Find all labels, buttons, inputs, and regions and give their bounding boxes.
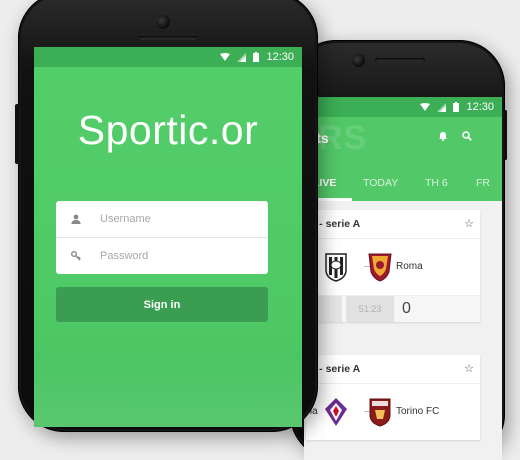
away-team: Torino FC [396, 406, 440, 417]
status-bar: 12:30 [304, 97, 502, 117]
bell-icon[interactable] [438, 131, 448, 141]
app-bar: RS sults [304, 117, 502, 165]
favorite-star-icon[interactable]: ☆ [464, 362, 474, 375]
torino-crest-icon [369, 398, 391, 427]
front-phone: 12:30 Sportic.or Sign in [15, 0, 318, 432]
status-time: 12:30 [466, 101, 494, 113]
status-time: 12:30 [266, 51, 294, 63]
wifi-icon [220, 53, 231, 61]
match-row: ntina Torino FC [304, 384, 480, 440]
signal-icon [437, 102, 447, 112]
password-field[interactable] [96, 250, 250, 262]
tab-today[interactable]: TODAY [363, 177, 398, 189]
key-icon [71, 251, 81, 261]
battery-icon [253, 52, 260, 62]
app-logo: Sportic.or [77, 107, 259, 153]
roma-crest-icon [368, 253, 392, 282]
login-screen: 12:30 Sportic.or Sign in [34, 47, 302, 427]
username-row [56, 201, 268, 237]
sign-in-button[interactable]: Sign in [56, 287, 268, 322]
battery-icon [453, 102, 460, 112]
away-score: 0 [402, 300, 411, 317]
username-field[interactable] [96, 213, 250, 225]
front-camera [352, 54, 365, 67]
back-phone: 12:30 RS sults LIVE TODAY TH 6 FR an - s… [290, 40, 507, 460]
login-form [56, 201, 268, 274]
match-clock: 51:23 [346, 296, 394, 322]
match-card[interactable]: an - serie A ☆ ntina Torino FC [304, 355, 480, 440]
volume-button [15, 104, 19, 164]
search-icon[interactable] [462, 131, 472, 141]
background-fade [34, 357, 302, 427]
password-row [56, 237, 268, 274]
tab-th-6[interactable]: TH 6 [425, 177, 448, 189]
match-row: ntus Roma [304, 239, 480, 295]
fiorentina-crest-icon [325, 398, 347, 426]
tab-fr[interactable]: FR [476, 177, 490, 189]
earpiece-speaker [138, 36, 198, 40]
wifi-icon [420, 103, 431, 111]
front-camera [156, 15, 170, 29]
match-card[interactable]: an - serie A ☆ ntus Roma [304, 210, 480, 322]
day-tabs: LIVE TODAY TH 6 FR [304, 165, 502, 201]
juventus-crest-icon [325, 253, 347, 282]
user-icon [71, 214, 81, 224]
favorite-star-icon[interactable]: ☆ [464, 217, 474, 230]
status-bar: 12:30 [34, 47, 302, 67]
signal-icon [237, 52, 247, 62]
power-button [504, 110, 507, 160]
earpiece-speaker [375, 58, 425, 63]
results-screen: 12:30 RS sults LIVE TODAY TH 6 FR an - s… [304, 97, 502, 460]
score-bar: 51:23 0 [306, 295, 480, 322]
away-team: Roma [396, 261, 423, 272]
